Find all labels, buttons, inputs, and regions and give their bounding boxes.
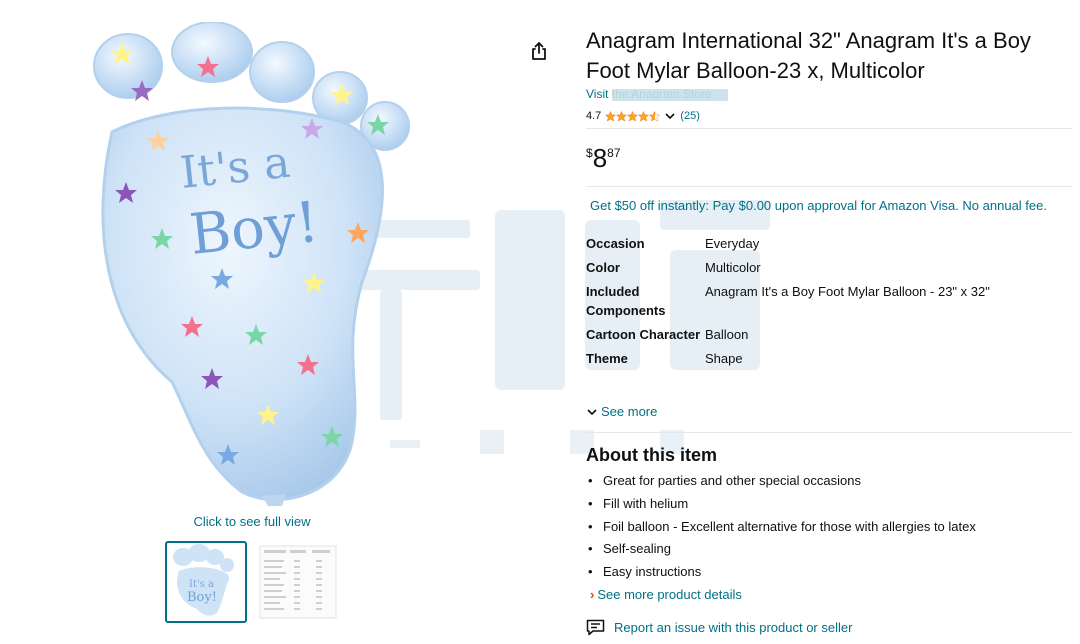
spec-fade: [586, 392, 1072, 402]
spec-value: Shape: [705, 351, 743, 366]
spec-value: Balloon: [705, 327, 749, 342]
report-issue-link[interactable]: Report an issue with this product or sel…: [586, 619, 852, 636]
rating-row[interactable]: 4.7 (25): [586, 108, 700, 124]
star-icon: [627, 110, 639, 122]
report-icon: [586, 619, 605, 636]
rating-value: 4.7: [586, 110, 602, 122]
list-item: • Easy instructions: [588, 564, 702, 580]
thumbnail-balloon[interactable]: It's a Boy!: [165, 541, 247, 623]
spec-row: Theme Shape: [586, 349, 1072, 368]
thumbnail-size-chart[interactable]: [257, 541, 339, 623]
spec-table: Occasion Everyday Color Multicolor Inclu…: [586, 234, 1072, 373]
divider: [586, 186, 1072, 187]
spec-key: Occasion: [586, 236, 645, 251]
star-icon: [638, 110, 650, 122]
spec-row: Included Components Anagram It's a Boy F…: [586, 282, 1072, 320]
bullet-text: Foil balloon - Excellent alternative for…: [603, 518, 976, 534]
rating-stars: [605, 110, 661, 122]
balloon-text-line2: Boy!: [187, 190, 322, 268]
chevron-down-icon[interactable]: [664, 110, 676, 122]
star-icon: [616, 110, 628, 122]
full-view-link[interactable]: Click to see full view: [130, 514, 374, 529]
see-more-button[interactable]: See more: [586, 404, 657, 419]
share-icon[interactable]: [528, 40, 550, 62]
thumbnail-text-2: Boy!: [187, 590, 217, 605]
price: $ 8 87: [586, 144, 621, 172]
star-icon: [605, 110, 617, 122]
report-label: Report an issue with this product or sel…: [614, 620, 853, 635]
chevron-right-icon: ›: [590, 587, 595, 602]
see-more-label: See more: [601, 404, 658, 419]
product-title: Anagram International 32" Anagram It's a…: [586, 28, 1031, 83]
divider: [586, 432, 1072, 433]
price-fraction: 87: [607, 146, 621, 160]
spec-key: Included Components: [586, 284, 666, 318]
bullet-text: Great for parties and other special occa…: [603, 473, 861, 488]
spec-value: Anagram It's a Boy Foot Mylar Balloon - …: [705, 284, 990, 299]
list-item: • Foil balloon - Excellent alternative fo…: [588, 518, 976, 534]
bullet-text: Self-sealing: [603, 541, 671, 557]
list-item: • Fill with helium: [588, 495, 689, 511]
product-details-link[interactable]: › See more product details: [590, 587, 742, 602]
main-product-image[interactable]: It's a Boy!: [92, 21, 422, 506]
spec-value: Multicolor: [705, 260, 761, 275]
bullet-text: Easy instructions: [603, 564, 702, 580]
list-item: • Great for parties and other special occ…: [588, 473, 861, 488]
about-title: About this item: [586, 445, 717, 465]
spec-row: Occasion Everyday: [586, 234, 1072, 253]
spec-key: Color: [586, 260, 620, 275]
about-bullets: • Great for parties and other special occ…: [586, 472, 1072, 586]
store-link-redaction: [612, 89, 728, 101]
spec-key: Theme: [586, 351, 628, 366]
spec-key: Cartoon Character: [586, 327, 701, 342]
thumbnail-text-1: It's a: [189, 579, 214, 590]
price-whole: 8: [592, 143, 608, 173]
rating-count-link[interactable]: (25): [680, 110, 700, 122]
price-symbol: $: [586, 146, 593, 160]
product-details-label: See more product details: [597, 587, 742, 602]
visa-offer-link[interactable]: Get $50 off instantly: Pay $0.00 upon ap…: [590, 198, 1047, 213]
chevron-down-icon: [587, 408, 597, 415]
divider: [586, 128, 1072, 129]
list-item: • Self-sealing: [588, 541, 671, 557]
star-half-icon: [649, 110, 661, 122]
spec-value: Everyday: [705, 236, 760, 251]
bullet-text: Fill with helium: [603, 495, 689, 511]
spec-row: Cartoon Character Balloon: [586, 325, 1072, 344]
spec-row: Color Multicolor: [586, 258, 1072, 277]
